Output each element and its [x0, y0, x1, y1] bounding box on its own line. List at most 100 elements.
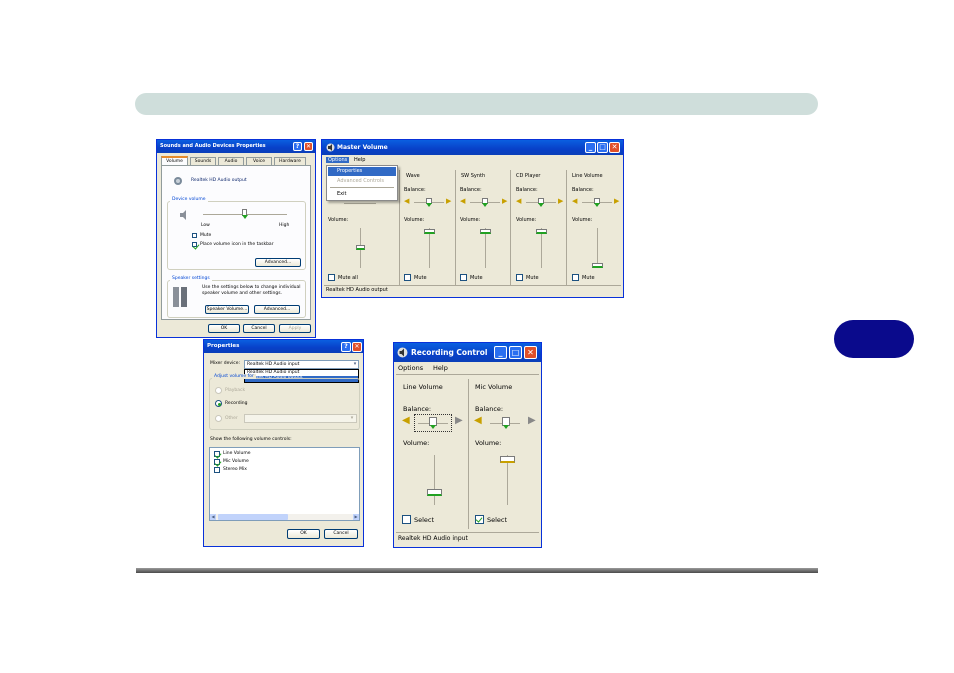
ok-button[interactable]: OK — [208, 324, 240, 333]
playback-label: Playback — [225, 388, 246, 393]
speaker-left-icon: ◀ — [572, 197, 578, 205]
properties-window: Properties ? ✕ Mixer device: Realtek HD … — [203, 339, 364, 547]
status-text: Realtek HD Audio output — [326, 287, 388, 293]
linevolume-balance-slider[interactable] — [594, 198, 600, 207]
cdplayer-volume-slider[interactable] — [536, 229, 547, 234]
mixer-device-select[interactable]: Realtek HD Audio input — [244, 360, 359, 369]
cancel-button[interactable]: Cancel — [324, 529, 358, 539]
advanced-button[interactable]: Advanced... — [255, 258, 301, 267]
swsynth-balance-label: Balance: — [460, 187, 482, 193]
linevolume-volume-slider[interactable] — [592, 263, 603, 268]
close-button[interactable]: ✕ — [524, 346, 537, 359]
mic-volume-checkbox[interactable] — [214, 459, 220, 465]
ok-button[interactable]: OK — [287, 529, 320, 539]
wave-mute-checkbox[interactable] — [404, 274, 411, 281]
tab-sounds[interactable]: Sounds — [190, 157, 216, 165]
line-balance-slider[interactable] — [429, 417, 437, 429]
mic-volume-label: Volume: — [475, 439, 502, 447]
column-swsynth-title: SW Synth — [461, 173, 486, 179]
scroll-right-button[interactable]: ▶ — [353, 514, 359, 520]
master-volume-slider[interactable] — [356, 245, 365, 250]
line-volume-slider[interactable] — [427, 489, 442, 496]
wave-volume-slider[interactable] — [424, 229, 435, 234]
help-button[interactable]: ? — [341, 342, 351, 352]
master-volume-window: Master Volume _ □ ✕ Options Help Wave SW… — [321, 139, 624, 298]
menu-help[interactable]: Help — [354, 157, 365, 163]
tab-audio[interactable]: Audio — [218, 157, 244, 165]
swsynth-volume-slider[interactable] — [480, 229, 491, 234]
other-radio[interactable] — [215, 415, 222, 422]
mute-all-checkbox[interactable] — [328, 274, 335, 281]
menu-item-properties[interactable]: Properties — [328, 167, 396, 176]
speaker-right-icon: ▶ — [446, 197, 452, 205]
close-button[interactable]: ✕ — [609, 142, 620, 153]
tab-volume[interactable]: Volume — [161, 156, 188, 165]
mic-balance-slider[interactable] — [502, 417, 510, 429]
cdplayer-balance-label: Balance: — [516, 187, 538, 193]
column-divider — [399, 170, 400, 285]
mic-select-checkbox[interactable] — [475, 515, 484, 524]
chevron-down-icon[interactable]: ▾ — [352, 361, 358, 368]
cdplayer-mute-checkbox[interactable] — [516, 274, 523, 281]
minimize-button[interactable]: _ — [494, 346, 507, 359]
mic-volume-slider[interactable] — [500, 456, 515, 463]
status-text: Realtek HD Audio input — [398, 535, 468, 542]
mute-checkbox[interactable] — [192, 233, 197, 238]
chapter-tab — [834, 320, 914, 358]
volume-app-icon — [397, 347, 408, 358]
place-icon-label: Place volume icon in the taskbar — [200, 242, 274, 247]
cdplayer-volume-track — [541, 228, 542, 268]
scroll-thumb[interactable] — [218, 514, 288, 520]
place-icon-checkbox[interactable] — [192, 242, 197, 247]
speaker-device-icon — [174, 177, 182, 185]
menu-item-exit[interactable]: Exit — [337, 191, 346, 197]
speaker-right-icon: ▶ — [455, 415, 463, 426]
playback-radio[interactable] — [215, 387, 222, 394]
show-controls-label: Show the following volume controls: — [210, 437, 292, 442]
tab-voice[interactable]: Voice — [246, 157, 272, 165]
line-volume-checkbox[interactable] — [214, 451, 220, 457]
scroll-left-button[interactable]: ◀ — [210, 514, 216, 520]
maximize-button[interactable]: □ — [597, 142, 608, 153]
menu-options[interactable]: Options — [398, 364, 423, 372]
apply-button[interactable]: Apply — [279, 324, 311, 333]
maximize-button[interactable]: □ — [509, 346, 522, 359]
column-divider — [566, 170, 567, 285]
advanced-speaker-button[interactable]: Advanced... — [254, 305, 300, 314]
cancel-button[interactable]: Cancel — [243, 324, 275, 333]
speaker-volume-button[interactable]: Speaker Volume... — [205, 305, 249, 314]
recording-radio[interactable] — [215, 400, 222, 407]
cdplayer-balance-slider[interactable] — [538, 198, 544, 207]
mic-volume-label: Mic Volume — [223, 459, 249, 464]
status-bar: Realtek HD Audio output — [324, 285, 621, 295]
header-bar — [135, 93, 818, 115]
recording-label: Recording — [225, 401, 248, 406]
minimize-button[interactable]: _ — [585, 142, 596, 153]
window-title: Sounds and Audio Devices Properties — [160, 143, 266, 149]
wave-balance-slider[interactable] — [426, 198, 432, 207]
cdplayer-mute-label: Mute — [526, 275, 539, 281]
menu-help[interactable]: Help — [433, 364, 448, 372]
speaker-left-icon: ◀ — [516, 197, 522, 205]
speakers-icon — [173, 287, 187, 307]
high-label: High — [279, 223, 290, 228]
tab-hardware[interactable]: Hardware — [274, 157, 306, 165]
help-button[interactable]: ? — [293, 142, 302, 151]
device-volume-slider[interactable] — [241, 209, 248, 219]
swsynth-volume-label: Volume: — [460, 217, 481, 223]
swsynth-balance-slider[interactable] — [482, 198, 488, 207]
close-button[interactable]: ✕ — [352, 342, 362, 352]
line-select-checkbox[interactable] — [402, 515, 411, 524]
other-device-select[interactable] — [244, 414, 357, 423]
horizontal-scrollbar[interactable]: ◀ ▶ — [210, 514, 359, 520]
column-divider — [455, 170, 456, 285]
chevron-down-icon: ▾ — [350, 415, 354, 421]
swsynth-mute-checkbox[interactable] — [460, 274, 467, 281]
menu-item-advanced-controls[interactable]: Advanced Controls — [337, 178, 384, 184]
menu-options[interactable]: Options — [326, 157, 350, 163]
stereo-mix-checkbox[interactable] — [214, 467, 220, 473]
column-divider — [510, 170, 511, 285]
linevolume-mute-checkbox[interactable] — [572, 274, 579, 281]
speaker-settings-label: Speaker settings — [170, 276, 212, 281]
close-button[interactable]: ✕ — [304, 142, 313, 151]
